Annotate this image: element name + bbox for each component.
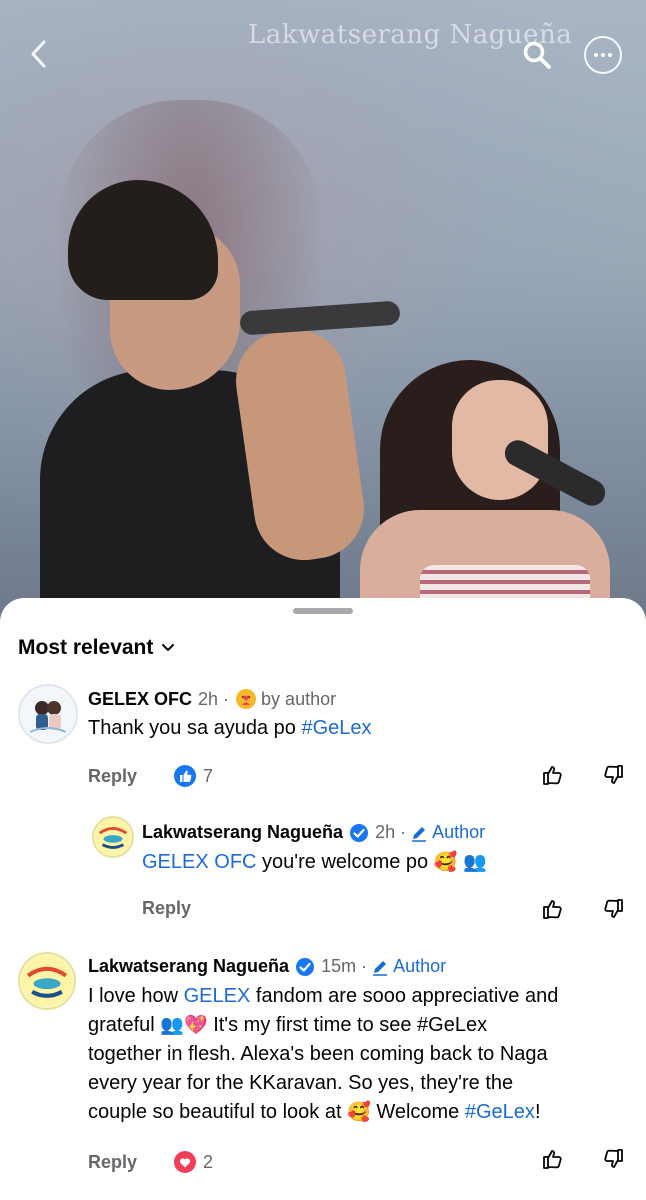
author-badge: Author [371, 956, 446, 977]
top-bar: Lakwatserang Nagueña [0, 0, 646, 100]
thumbs-down-icon [604, 1149, 623, 1168]
avatar-logo [21, 955, 73, 1007]
avatar-logo [94, 818, 132, 856]
smiling-hearts-emoji: 🥰 [347, 1101, 371, 1123]
reply-button[interactable]: Reply [142, 898, 191, 919]
avatar[interactable] [18, 684, 78, 744]
people-emoji: 👥 [160, 1014, 184, 1036]
comment-time: 2h · [198, 688, 230, 709]
comment-author[interactable]: Lakwatserang Nagueña [88, 956, 289, 977]
search-button[interactable] [520, 38, 554, 72]
comment-author[interactable]: Lakwatserang Nagueña [142, 822, 343, 843]
video-player[interactable]: Lakwatserang Nagueña [0, 0, 646, 640]
comment-item: GELEX OFC 2h · by author Thank you sa ay… [0, 678, 646, 798]
avatar[interactable] [18, 952, 76, 1010]
avatar[interactable] [92, 816, 134, 858]
verified-icon [349, 823, 369, 843]
love-icon [174, 1151, 197, 1173]
back-icon [31, 40, 46, 68]
smiling-hearts-emoji: 🥰 [433, 851, 458, 873]
more-button[interactable] [584, 36, 622, 74]
singer-female-face [452, 380, 548, 500]
sort-dropdown[interactable]: Most relevant [18, 636, 175, 660]
care-reaction-icon [236, 689, 257, 709]
comment-text: GELEX OFC you're welcome po 🥰 👥 [142, 851, 487, 873]
comment-text: I love how GELEX fandom are sooo appreci… [88, 985, 559, 1123]
thumbs-up-icon [543, 900, 562, 919]
reply-button[interactable]: Reply [88, 766, 137, 787]
comments-sheet: Most relevant GELEX OFC 2h · by author T… [0, 598, 646, 1200]
verified-icon [295, 957, 315, 977]
people-emoji: 👥 [462, 851, 487, 873]
comment-author[interactable]: GELEX OFC [88, 689, 192, 710]
thumbs-up-icon [543, 766, 562, 785]
reaction-count: 7 [203, 765, 214, 786]
upvote-button[interactable] [540, 896, 566, 922]
sheet-grabber[interactable] [293, 608, 353, 614]
comment-time: 2h · [375, 822, 407, 842]
comment-item: Lakwatserang Nagueña 15m · Author I love… [0, 946, 646, 1196]
pencil-icon [412, 826, 427, 842]
upvote-button[interactable] [540, 1146, 566, 1172]
search-icon [523, 41, 551, 69]
thumbs-down-icon [604, 765, 623, 784]
downvote-button[interactable] [600, 1146, 626, 1172]
downvote-button[interactable] [600, 762, 626, 788]
reply-item: Lakwatserang Nagueña 2h · Author GELEX O… [0, 812, 646, 932]
chevron-down-icon [162, 644, 175, 651]
more-icon [594, 53, 598, 57]
back-button[interactable] [18, 34, 58, 74]
hashtag-link[interactable]: #GeLex [465, 1101, 535, 1123]
like-icon [174, 765, 197, 787]
comment-time: 15m · [321, 956, 368, 976]
mention-link[interactable]: GELEX OFC [142, 851, 256, 873]
sparkling-heart-emoji: 💖 [183, 1014, 208, 1036]
reaction-summary[interactable]: 7 [173, 764, 213, 788]
thumbs-down-icon [604, 899, 623, 918]
hashtag-link[interactable]: #GeLex [301, 717, 371, 739]
sort-label: Most relevant [18, 636, 154, 659]
avatar-image [20, 686, 76, 742]
reaction-summary[interactable]: 2 [173, 1150, 213, 1174]
mention-link[interactable]: GELEX [184, 985, 251, 1007]
author-badge: Author [410, 822, 485, 843]
thumbs-up-icon [543, 1150, 562, 1169]
upvote-button[interactable] [540, 762, 566, 788]
pencil-icon [373, 960, 388, 976]
comment-text: Thank you sa ayuda po #GeLex [88, 717, 372, 739]
reply-button[interactable]: Reply [88, 1152, 137, 1173]
reaction-count: 2 [203, 1151, 214, 1172]
by-author-badge: by author [261, 688, 337, 709]
downvote-button[interactable] [600, 896, 626, 922]
